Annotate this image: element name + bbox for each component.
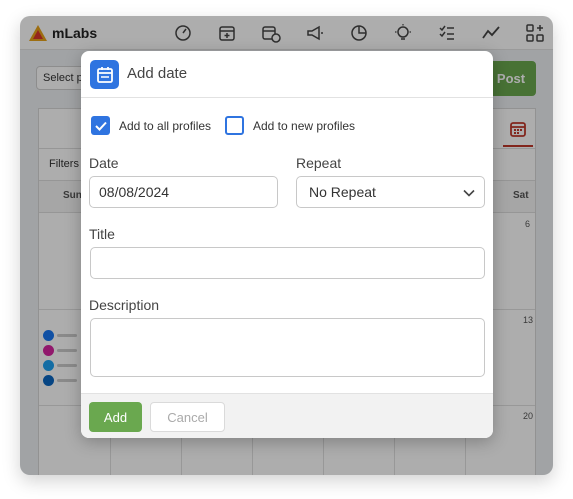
repeat-select-value: No Repeat xyxy=(309,184,376,200)
add-to-new-profiles-label: Add to new profiles xyxy=(253,118,356,133)
add-button[interactable]: Add xyxy=(89,402,142,432)
description-label: Description xyxy=(89,297,160,313)
repeat-label: Repeat xyxy=(296,155,342,171)
date-input[interactable] xyxy=(89,176,278,208)
add-to-all-profiles-label: Add to all profiles xyxy=(119,118,212,133)
add-to-new-profiles-checkbox[interactable] xyxy=(225,116,244,135)
chevron-down-icon xyxy=(463,189,475,197)
date-label: Date xyxy=(89,155,119,171)
cancel-button[interactable]: Cancel xyxy=(150,402,225,432)
add-to-all-profiles-checkbox[interactable] xyxy=(91,116,110,135)
repeat-select[interactable]: No Repeat xyxy=(296,176,485,208)
checkmark-icon xyxy=(94,121,107,131)
title-input[interactable] xyxy=(90,247,485,279)
add-to-new-profiles-option[interactable]: Add to new profiles xyxy=(225,116,355,135)
modal-footer: Add Cancel xyxy=(81,393,493,438)
add-to-all-profiles-option[interactable]: Add to all profiles xyxy=(91,116,211,135)
add-date-modal: Add date Add to all profiles Add to new … xyxy=(81,51,493,438)
description-textarea[interactable] xyxy=(90,318,485,377)
modal-header: Add date xyxy=(81,51,493,98)
title-label: Title xyxy=(89,226,115,242)
modal-title: Add date xyxy=(127,65,188,82)
calendar-icon xyxy=(90,60,119,89)
